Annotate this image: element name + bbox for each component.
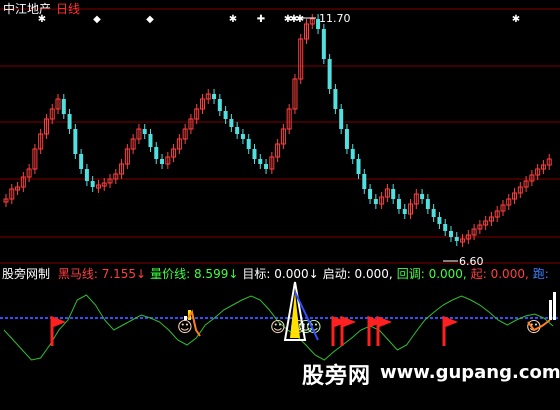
candle-body [454, 237, 459, 241]
candle-body [160, 159, 165, 164]
high-price-label: 11.70 [319, 12, 351, 25]
candle-body [154, 147, 159, 159]
candle-body [362, 174, 367, 189]
candle-body [431, 209, 436, 217]
candle-body [217, 99, 222, 111]
candle-body [321, 29, 326, 59]
candle-body [327, 59, 332, 89]
candle-body [373, 199, 378, 204]
indicator-item: 量价线: 8.599↓ [150, 267, 239, 281]
candle-body [148, 134, 153, 147]
candle-body [90, 181, 95, 187]
candle-body [264, 164, 269, 169]
candle-body [240, 134, 245, 139]
stock-title: 中江地产 [3, 2, 52, 16]
indicator-item: 起: 0.000, [470, 267, 529, 281]
candle-body [73, 129, 78, 154]
candlestick-series [3, 14, 552, 247]
candle-body [344, 129, 349, 149]
candle-body [84, 169, 89, 181]
candle-body [223, 111, 228, 119]
chart-canvas[interactable]: ✱◆◆✱✚✱✱✱✱ 11.70 6.60 ☺☺☺☺☺☺ [0, 0, 560, 410]
signal-markers: ✱ ◆ ◆ ✱ ✚ ✱✱✱ ✱ [38, 14, 520, 25]
candle-body [67, 114, 72, 129]
signal-star-icon: ✱ [296, 14, 304, 25]
smiley-icon: ☺ [270, 318, 286, 336]
signal-star-icon: ✱ [512, 14, 520, 25]
indicator-panel[interactable]: ☺☺☺☺☺☺ [0, 281, 560, 361]
candle-body [443, 224, 448, 231]
candle-body [246, 139, 251, 149]
signal-star-icon: ◆ [93, 14, 101, 25]
indicator-item: 目标: 0.000↓ [242, 267, 319, 281]
indicator-item: 黑马线: 7.155↓ [57, 267, 147, 281]
candle-body [391, 189, 396, 199]
smiley-icons: ☺☺☺☺☺☺ [177, 318, 542, 336]
signal-star-icon: ✚ [257, 14, 265, 25]
signal-star-icon: ✱ [229, 14, 237, 25]
candle-body [356, 159, 361, 174]
period-label[interactable]: 日线 [56, 2, 80, 16]
candle-body [402, 209, 407, 214]
signal-bar [549, 300, 552, 320]
candle-body [212, 94, 217, 99]
candle-body [420, 194, 425, 199]
indicator-name[interactable]: 股旁网制 [2, 267, 50, 281]
candle-body [448, 231, 453, 237]
watermark-brand: 股旁网 [302, 364, 372, 389]
indicator-item: 跑: [532, 267, 549, 281]
flag-markers [50, 315, 459, 346]
indicator-item: 回调: 0.000, [396, 267, 467, 281]
candle-body [350, 149, 355, 159]
candle-body [79, 154, 84, 169]
watermark-url: www.gupang.com [380, 362, 560, 383]
signal-bars [184, 292, 556, 320]
indicator-legend: 股旁网制 黑马线: 7.155↓ 量价线: 8.599↓ 目标: 0.000↓ 启动:… [2, 267, 557, 281]
candle-body [229, 119, 234, 127]
candle-body [258, 159, 263, 164]
flag-icon [442, 315, 459, 346]
candle-body [61, 99, 66, 114]
candle-body [425, 199, 430, 209]
candle-body [396, 199, 401, 209]
candle-body [339, 109, 344, 129]
flag-icon [376, 315, 393, 346]
candle-body [142, 129, 147, 134]
flag-icon [50, 315, 67, 346]
indicator-item: 启动: 0.000, [322, 267, 393, 281]
candle-body [252, 149, 257, 159]
signal-bar [553, 292, 556, 320]
price-panel[interactable]: ✱ ◆ ◆ ✱ ✚ ✱✱✱ ✱ 11.70 6.60 [0, 8, 560, 268]
smiley-icon: ☺ [177, 318, 193, 336]
candle-body [333, 89, 338, 109]
signal-star-icon: ◆ [146, 14, 154, 25]
candle-body [368, 189, 373, 199]
candle-body [437, 217, 442, 224]
candle-body [235, 127, 240, 134]
